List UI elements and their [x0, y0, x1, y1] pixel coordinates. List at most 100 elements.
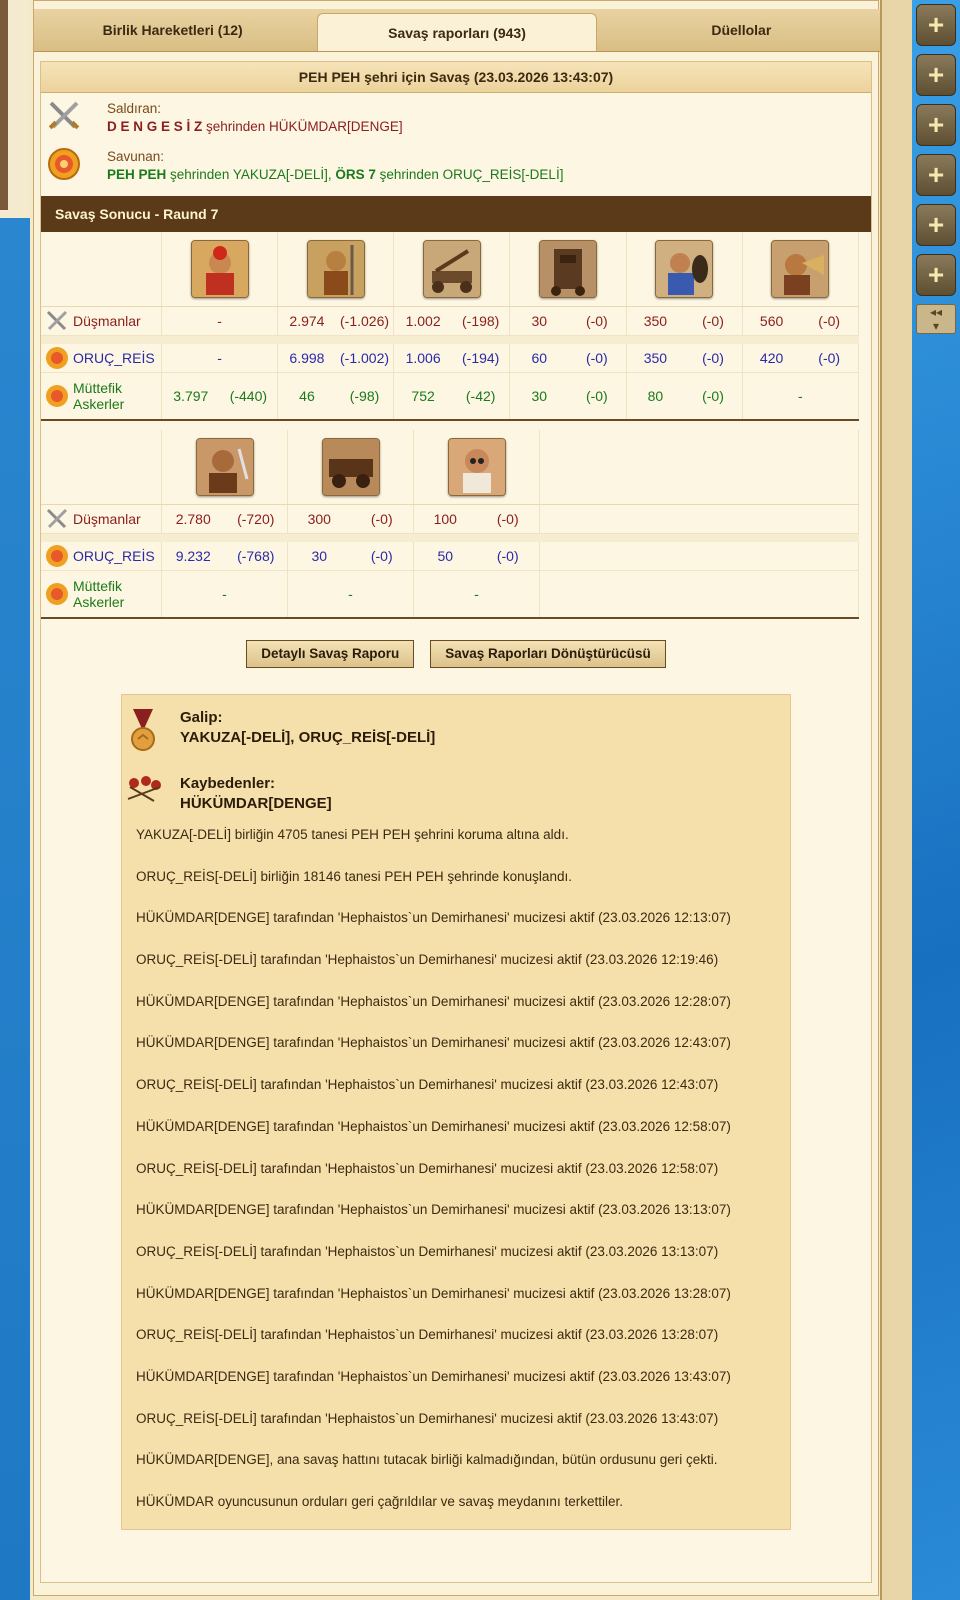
- unit-count-cell: 350 (-0): [626, 344, 743, 373]
- plus-icon[interactable]: +: [916, 4, 956, 46]
- unit-count-cell: -: [161, 306, 279, 336]
- unit-priest-icon[interactable]: [447, 438, 506, 496]
- unit-loss: (-98): [349, 388, 380, 404]
- unit-count: -: [798, 388, 803, 404]
- unit-count-cell: 560 (-0): [742, 306, 860, 336]
- unit-swordsman-icon[interactable]: [190, 240, 249, 298]
- unit-count-cell: 100 (-0): [413, 504, 540, 534]
- detailed-report-button[interactable]: Detaylı Savaş Raporu: [246, 640, 415, 668]
- unit-count-cell: 6.998 (-1.002): [277, 344, 395, 373]
- log-entry: HÜKÜMDAR[DENGE] tarafından 'Hephaistos`u…: [136, 1368, 731, 1384]
- unit-count-cell: 2.780 (-720): [161, 504, 288, 534]
- shield-icon: [46, 583, 68, 605]
- unit-catapult-icon[interactable]: [422, 240, 481, 298]
- unit-count: 752: [411, 388, 435, 404]
- unit-count: 9.232: [175, 548, 211, 564]
- plus-icon[interactable]: +: [916, 254, 956, 296]
- attacker-info: Saldıran: D E N G E S İ Z şehrinden HÜKÜ…: [41, 93, 871, 141]
- unit-count: 420: [759, 350, 784, 366]
- battle-log: YAKUZA[-DELİ] birliğin 4705 tanesi PEH P…: [136, 827, 786, 1536]
- unit-loss: (-0): [818, 350, 841, 366]
- defender-player1-link[interactable]: şehrinden YAKUZA[-DELİ],: [166, 167, 335, 182]
- unit-chariot-icon[interactable]: [321, 438, 380, 496]
- unit-count-cell: 46 (-98): [277, 372, 395, 421]
- unit-count: 60: [531, 350, 548, 366]
- unit-loss: (-0): [702, 388, 724, 404]
- table-row: ORUÇ_REİS 9.232 (-768) 30 (-0) 50 (-0): [41, 542, 859, 571]
- unit-count-cell: -: [413, 570, 540, 619]
- unit-loss: (-194): [462, 350, 500, 366]
- log-entry: YAKUZA[-DELİ] birliğin 4705 tanesi PEH P…: [136, 827, 569, 842]
- unit-count-cell: 2.974 (-1.026): [277, 306, 395, 336]
- attacker-value: D E N G E S İ Z şehrinden HÜKÜMDAR[DENGE…: [107, 119, 403, 134]
- table-row: ORUÇ_REİS - 6.998 (-1.002) 1.006 (-194) 60 (-0…: [41, 344, 860, 373]
- loser-label: Kaybedenler:: [180, 775, 276, 792]
- winner-names: YAKUZA[-DELİ], ORUÇ_REİS[-DELİ]: [180, 729, 436, 746]
- unit-loss: (-198): [462, 313, 500, 329]
- attacker-player-link[interactable]: şehrinden HÜKÜMDAR[DENGE]: [202, 119, 403, 134]
- unit-loss: (-1.026): [340, 313, 390, 329]
- unit-count: 30: [311, 548, 328, 564]
- log-entry: ORUÇ_REİS[-DELİ] birliğin 18146 tanesi P…: [136, 868, 572, 884]
- unit-trumpeter-icon[interactable]: [771, 240, 830, 298]
- tab-duels[interactable]: Düellolar: [603, 9, 880, 51]
- log-entry: HÜKÜMDAR oyuncusunun orduları geri çağrı…: [136, 1494, 623, 1509]
- unit-loss: (-1.002): [340, 350, 390, 366]
- unit-loss: (-0): [496, 548, 519, 564]
- unit-slinger-icon[interactable]: [655, 240, 714, 298]
- section-title: Savaş Sonucu - Raund 7: [41, 196, 871, 232]
- unit-count-cell: 30 (-0): [509, 372, 627, 421]
- unit-count-cell: 60 (-0): [509, 344, 627, 373]
- log-entry: HÜKÜMDAR[DENGE] tarafından 'Hephaistos`u…: [136, 910, 731, 926]
- report-converter-button[interactable]: Savaş Raporları Dönüştürücüsü: [430, 640, 666, 668]
- unit-hoplite-icon[interactable]: [306, 240, 365, 298]
- defender-city1-link[interactable]: PEH PEH: [107, 167, 166, 182]
- tab-battle-reports[interactable]: Savaş raporları (943): [317, 13, 597, 51]
- defender-city2-link[interactable]: ÖRS 7: [335, 167, 376, 182]
- unit-count-cell: -: [161, 344, 279, 373]
- row-label-allies: Müttefik Askerler: [73, 578, 125, 610]
- plus-icon[interactable]: +: [916, 204, 956, 246]
- reports-window: Birlik Hareketleri (12) Savaş raporları …: [33, 0, 880, 1596]
- tab-bar: Birlik Hareketleri (12) Savaş raporları …: [34, 9, 880, 52]
- attacker-city-link[interactable]: D E N G E S İ Z: [107, 119, 202, 134]
- log-entry: HÜKÜMDAR[DENGE] tarafından 'Hephaistos`u…: [136, 1118, 731, 1134]
- side-toolbar: + + + + + + ◂◂ ▾: [916, 4, 956, 334]
- defender-info: Savunan: PEH PEH şehrinden YAKUZA[-DELİ]…: [41, 141, 871, 189]
- units-table-1: Düşmanlar - 2.974 (-1.026) 1.002 (-198) 30 (-0…: [41, 232, 860, 421]
- medal-icon: [131, 709, 155, 751]
- log-entry: ORUÇ_REİS[-DELİ] tarafından 'Hephaistos`…: [136, 1077, 719, 1093]
- unit-loss: (-440): [229, 388, 268, 404]
- unit-rider-icon[interactable]: [195, 438, 254, 496]
- unit-siege-tower-icon[interactable]: [539, 240, 598, 298]
- unit-count: 100: [433, 511, 457, 527]
- log-entry: ORUÇ_REİS[-DELİ] tarafından 'Hephaistos`…: [136, 1160, 719, 1176]
- unit-count: 1.002: [405, 313, 441, 329]
- unit-count: 2.780: [175, 511, 211, 527]
- row-label-owner[interactable]: ORUÇ_REİS: [73, 548, 155, 564]
- battle-report: PEH PEH şehri için Savaş (23.03.2026 13:…: [40, 61, 872, 1583]
- unit-count: 1.006: [405, 350, 441, 366]
- tab-unit-movements[interactable]: Birlik Hareketleri (12): [34, 9, 311, 51]
- plus-icon[interactable]: +: [916, 54, 956, 96]
- defender-player2-link[interactable]: şehrinden ORUÇ_REİS[-DELİ]: [376, 167, 564, 182]
- attacker-label: Saldıran:: [107, 101, 162, 116]
- row-label-owner[interactable]: ORUÇ_REİS: [73, 350, 155, 366]
- plus-icon[interactable]: +: [916, 104, 956, 146]
- log-entry: HÜKÜMDAR[DENGE] tarafından 'Hephaistos`u…: [136, 1202, 731, 1218]
- unit-count-cell: 3.797 (-440): [161, 372, 279, 421]
- table-row: Düşmanlar 2.780 (-720) 300 (-0) 100 (-0): [41, 504, 859, 534]
- unit-loss: (-720): [237, 511, 275, 527]
- plus-icon[interactable]: +: [916, 154, 956, 196]
- row-label-enemies: Düşmanlar: [73, 511, 141, 527]
- unit-count: 300: [307, 511, 331, 527]
- collapse-arrows-icon[interactable]: ◂◂ ▾: [916, 304, 956, 334]
- unit-count-cell: 1.006 (-194): [393, 344, 511, 373]
- unit-loss: (-768): [237, 548, 275, 564]
- unit-count: -: [217, 350, 222, 366]
- unit-count: 80: [647, 388, 664, 404]
- unit-count-cell: 30 (-0): [287, 542, 414, 571]
- unit-count: 3.797: [173, 388, 209, 404]
- unit-count-cell: 300 (-0): [287, 504, 414, 534]
- row-label-allies: Müttefik Askerler: [73, 380, 125, 412]
